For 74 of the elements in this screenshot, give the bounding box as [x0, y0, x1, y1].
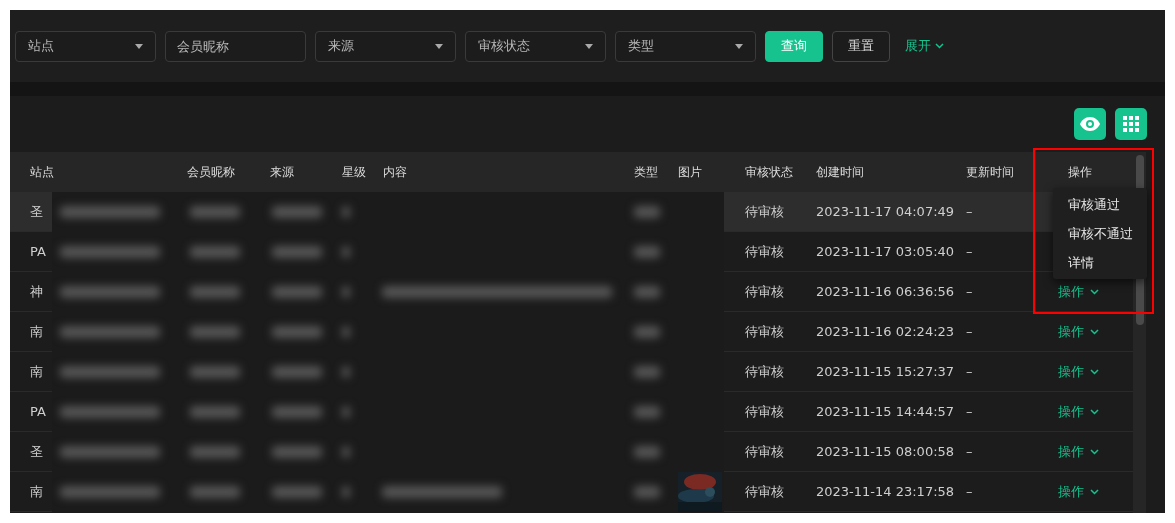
table-cell: – — [966, 444, 973, 459]
caret-icon — [735, 43, 743, 49]
eye-icon-button[interactable] — [1074, 108, 1106, 140]
table-cell: 2023-11-17 03:05:40 — [816, 244, 955, 259]
table-cell: – — [966, 324, 973, 339]
table-cell: – — [966, 204, 973, 219]
column-header: 审核状态 — [744, 163, 794, 181]
column-header: 来源 — [269, 163, 295, 181]
table-cell: 2023-11-14 23:17:58 — [816, 484, 955, 499]
table-cell: PA — [30, 244, 46, 259]
action-dropdown[interactable]: 操作 — [1058, 362, 1099, 381]
table-cell: – — [966, 244, 973, 259]
table-cell: – — [966, 284, 973, 299]
action-dropdown[interactable]: 操作 — [1058, 442, 1099, 461]
table-cell: – — [966, 404, 973, 419]
action-dropdown[interactable]: 操作 — [1058, 282, 1099, 301]
grid-icon-button[interactable] — [1115, 108, 1147, 140]
table-cell: 2023-11-17 04:07:49 — [816, 204, 955, 219]
action-dropdown[interactable]: 操作 — [1058, 482, 1099, 501]
select-field[interactable]: 类型 — [615, 30, 756, 62]
table-cell: 待审核 — [745, 282, 784, 301]
column-header: 内容 — [382, 163, 408, 181]
column-header: 星级 — [341, 163, 367, 181]
chevron-down-icon — [1090, 328, 1099, 335]
table-cell: 南 — [30, 482, 43, 501]
column-header: 更新时间 — [965, 163, 1015, 181]
chevron-down-icon — [1090, 448, 1099, 455]
column-header: 类型 — [633, 163, 659, 181]
table-cell: 南 — [30, 322, 43, 341]
caret-icon — [435, 43, 443, 49]
table-cell: 待审核 — [745, 202, 784, 221]
table-cell: 待审核 — [745, 242, 784, 261]
grid-icon — [1123, 116, 1139, 132]
menu-item[interactable]: 详情 — [1053, 248, 1147, 277]
table-cell: – — [966, 484, 973, 499]
caret-icon — [585, 43, 593, 49]
table-cell: 南 — [30, 362, 43, 381]
chevron-down-icon — [935, 43, 944, 49]
table-cell: 待审核 — [745, 322, 784, 341]
menu-item[interactable]: 审核通过 — [1053, 190, 1147, 219]
caret-icon — [135, 43, 143, 49]
table-cell: 2023-11-15 15:27:37 — [816, 364, 955, 379]
table-cell: 圣 — [30, 202, 43, 221]
table-cell: 待审核 — [745, 442, 784, 461]
column-header: 站点 — [29, 163, 55, 181]
table-cell: 2023-11-15 14:44:57 — [816, 404, 955, 419]
select-field[interactable]: 审核状态 — [465, 30, 606, 62]
input-field[interactable]: 会员昵称 — [165, 30, 306, 62]
expand-link[interactable]: 展开 — [905, 37, 944, 55]
select-field[interactable]: 来源 — [315, 30, 456, 62]
table-cell: 圣 — [30, 442, 43, 461]
chevron-down-icon — [1090, 408, 1099, 415]
column-header: 会员昵称 — [186, 163, 236, 181]
table-cell: 待审核 — [745, 402, 784, 421]
chevron-down-icon — [1090, 368, 1099, 375]
table-cell: 待审核 — [745, 482, 784, 501]
chevron-down-icon — [1090, 488, 1099, 495]
column-header: 操作 — [1067, 163, 1093, 181]
table-cell: 2023-11-16 02:24:23 — [816, 324, 955, 339]
column-header: 图片 — [677, 163, 703, 181]
action-dropdown[interactable]: 操作 — [1058, 322, 1099, 341]
action-dropdown[interactable]: 操作 — [1058, 402, 1099, 421]
select-field[interactable]: 站点 — [15, 30, 156, 62]
menu-item[interactable]: 审核不通过 — [1053, 219, 1147, 248]
reset-button[interactable]: 重置 — [832, 30, 890, 62]
table-cell: – — [966, 364, 973, 379]
table-cell: 2023-11-15 08:00:58 — [816, 444, 955, 459]
table-cell: 神 — [30, 282, 43, 301]
table-cell: 2023-11-16 06:36:56 — [816, 284, 955, 299]
table-cell: PA — [30, 404, 46, 419]
table-cell: 待审核 — [745, 362, 784, 381]
column-header: 创建时间 — [815, 163, 865, 181]
eye-icon — [1080, 117, 1100, 131]
chevron-down-icon — [1090, 288, 1099, 295]
